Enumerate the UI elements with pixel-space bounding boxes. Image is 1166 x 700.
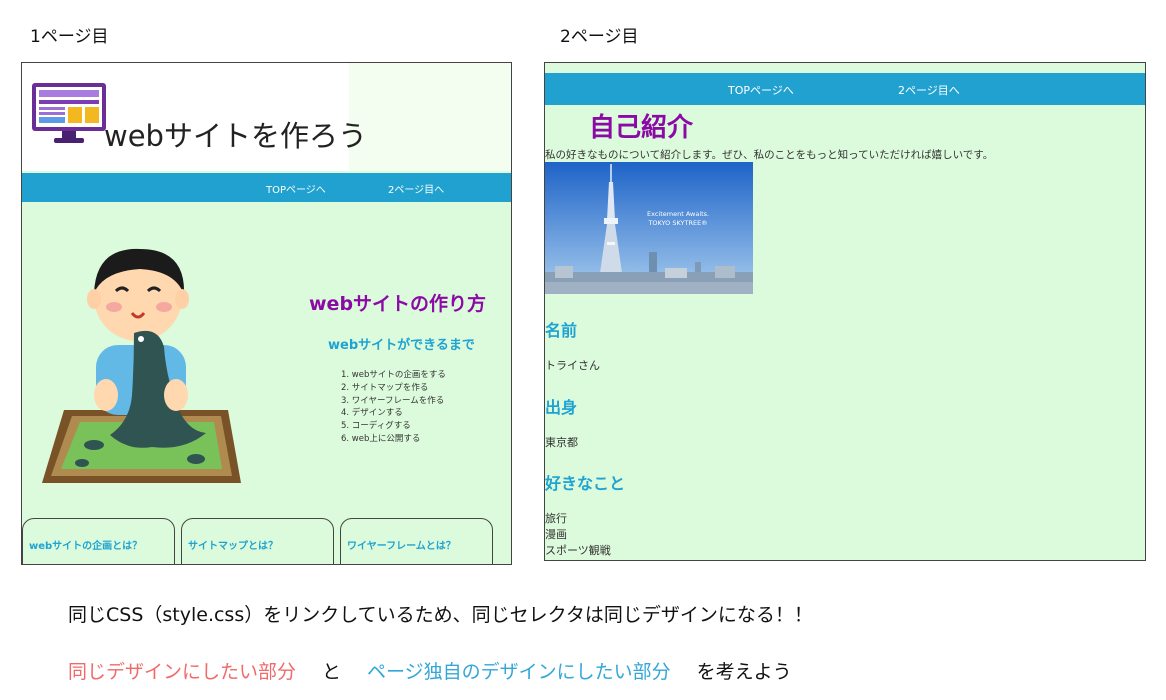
likes-list: 旅行 漫画 スポーツ観戦 — [545, 511, 611, 559]
list-item: 1. webサイトの企画をする — [341, 370, 446, 380]
list-item: 3. ワイヤーフレームを作る — [341, 395, 445, 406]
list-item: 4. デザインする — [341, 408, 403, 419]
note-design-parts: 同じデザインにしたい部分 と ページ独自のデザインにしたい部分 を考えよう — [68, 657, 792, 684]
card-wireframe[interactable]: ワイヤーフレームとは？ — [340, 518, 493, 564]
page1-subheading: webサイトができるまで — [328, 338, 475, 353]
page2-intro: 私の好きなものについて紹介します。ぜひ、私のことをもっと知っていただければ嬉しい… — [545, 149, 994, 161]
page2-heading: 自己紹介 — [589, 113, 694, 143]
nav-link-page2[interactable]: 2ページ目へ — [388, 181, 444, 196]
boy-clay-illustration — [42, 248, 241, 483]
page1-caption: 1ページ目 — [30, 27, 109, 47]
site-title: webサイトを作ろう — [104, 119, 367, 153]
site-header-spacer — [349, 63, 511, 171]
list-item: 2. サイトマップを作る — [341, 382, 429, 393]
note-consider: を考えよう — [696, 661, 792, 683]
page1-heading: webサイトの作り方 — [309, 293, 487, 315]
computer-monitor-icon — [32, 83, 106, 143]
list-item: 6. web上に公開する — [341, 433, 421, 444]
list-item: 5. コーディグする — [341, 421, 411, 432]
card-title: webサイトの企画とは？ — [29, 541, 143, 552]
hometown-label: 出身 — [545, 398, 578, 417]
card-sitemap[interactable]: サイトマップとは？ — [181, 518, 334, 564]
nav-link-top[interactable]: TOPページへ — [266, 181, 326, 196]
note-conjunction: と — [322, 661, 342, 683]
note-shared-design: 同じデザインにしたい部分 — [68, 661, 297, 683]
page1-preview: webサイトを作ろう TOPページへ 2ページ目へ webサイトの作り方 web… — [21, 62, 512, 565]
hometown-value: 東京都 — [545, 436, 578, 449]
list-item: スポーツ観戦 — [545, 544, 611, 557]
page2-preview: TOPページへ 2ページ目へ 自己紹介 私の好きなものについて紹介します。ぜひ、… — [544, 62, 1146, 561]
global-nav: TOPページへ 2ページ目へ — [22, 173, 511, 202]
name-label: 名前 — [545, 321, 578, 340]
likes-label: 好きなこと — [545, 474, 626, 493]
list-item: 漫画 — [545, 528, 567, 541]
page2-caption: 2ページ目 — [560, 27, 639, 47]
skytree-photo: Excitement Awaits. TOKYO SKYTREE® — [545, 162, 753, 294]
card-planning[interactable]: webサイトの企画とは？ — [22, 518, 175, 564]
name-value: トライさん — [545, 359, 600, 372]
list-item: 旅行 — [545, 512, 567, 525]
card-title: ワイヤーフレームとは？ — [347, 541, 456, 552]
steps-list: 1. webサイトの企画をする 2. サイトマップを作る 3. ワイヤーフレーム… — [341, 369, 446, 446]
photo-caption: Excitement Awaits. TOKYO SKYTREE® — [647, 210, 710, 227]
card-title: サイトマップとは？ — [188, 541, 278, 552]
note-shared-css: 同じCSS（style.css）をリンクしているため、同じセレクタは同じデザイン… — [68, 604, 813, 626]
global-nav: TOPページへ 2ページ目へ — [545, 73, 1145, 105]
note-unique-design: ページ独自のデザインにしたい部分 — [367, 661, 671, 683]
nav-link-top[interactable]: TOPページへ — [728, 82, 794, 98]
nav-link-page2[interactable]: 2ページ目へ — [898, 82, 960, 98]
